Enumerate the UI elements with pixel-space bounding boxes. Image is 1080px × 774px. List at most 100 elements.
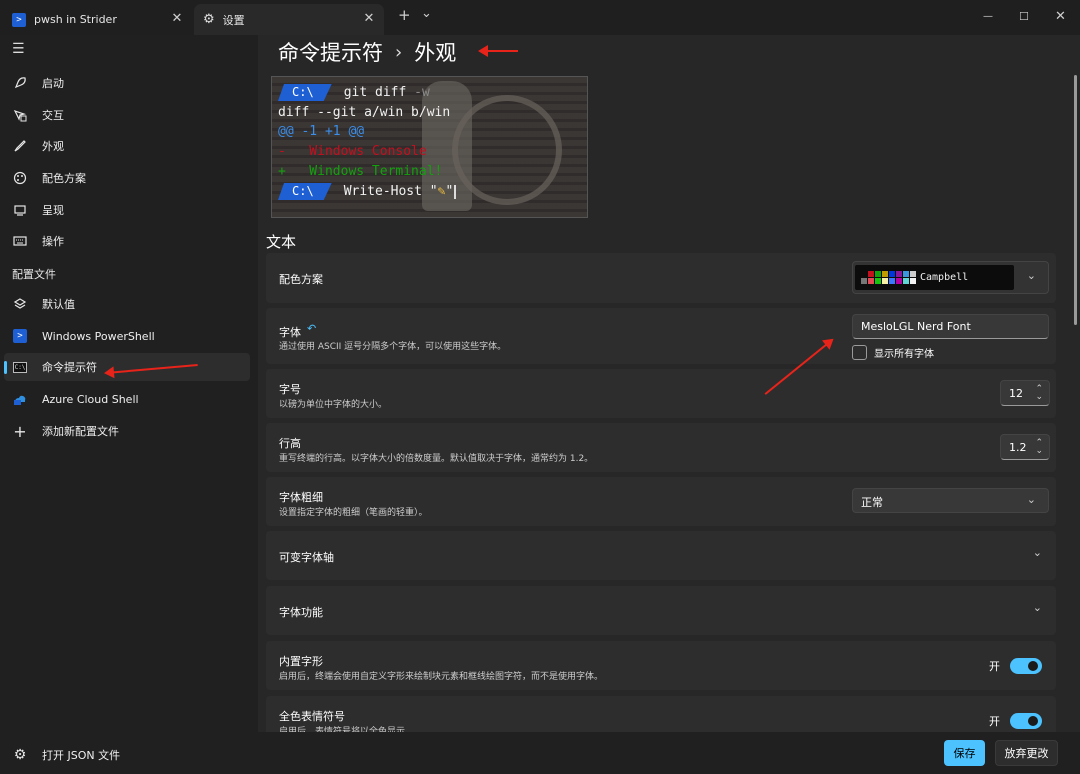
color-swatches xyxy=(861,271,916,284)
reset-icon[interactable]: ↶ xyxy=(307,322,316,335)
row-title: 字体功能 xyxy=(279,606,323,619)
azure-icon xyxy=(12,391,28,407)
preview-line: @@ -1 +1 @@ xyxy=(278,122,364,141)
sidebar-item-add-new-profile[interactable]: + 添加新配置文件 xyxy=(4,417,250,445)
font-size-row: 字号 以磅为单位中字体的大小。 12 ⌃ ⌄ xyxy=(266,369,1056,418)
new-tab-button[interactable]: + xyxy=(398,7,411,23)
sidebar-item-label: 交互 xyxy=(42,109,64,122)
builtin-glyphs-toggle[interactable]: 开 xyxy=(989,658,1042,674)
hamburger-menu-button[interactable]: ☰ xyxy=(12,41,25,57)
preview-line: + Windows Terminal! xyxy=(278,162,442,181)
sidebar-item-interaction[interactable]: 交互 xyxy=(4,101,250,129)
tab-dropdown-button[interactable]: ⌄ xyxy=(421,6,432,22)
up-down-icon[interactable]: ⌃ ⌄ xyxy=(1035,385,1043,402)
tab-label: 设置 xyxy=(222,13,245,27)
rocket-icon xyxy=(12,75,28,91)
layers-icon xyxy=(12,296,28,312)
preview-line: C:\ Write-Host " ✎ " xyxy=(278,182,457,201)
line-height-row: 行高 重写终端的行高。以字体大小的倍数度量。默认值取决于字体，通常约为 1.2。… xyxy=(266,423,1056,472)
sidebar-item-label: 启动 xyxy=(42,77,64,90)
font-weight-dropdown[interactable]: 正常 ⌄ xyxy=(852,488,1049,513)
scheme-name: Campbell xyxy=(920,272,969,283)
row-title: 可变字体轴 xyxy=(279,551,334,564)
color-scheme-row: 配色方案 Campbell ⌄ xyxy=(266,253,1056,303)
sidebar-item-actions[interactable]: 操作 xyxy=(4,227,250,255)
row-description: 以磅为单位中字体的大小。 xyxy=(279,400,388,410)
cmd-icon: C:\ xyxy=(13,361,27,373)
preview-text: + Windows Terminal! xyxy=(278,164,443,179)
annotation-arrow xyxy=(478,45,518,57)
cursor xyxy=(454,184,457,199)
chevron-down-icon: ⌄ xyxy=(1026,493,1036,506)
chevron-down-icon[interactable]: ⌄ xyxy=(1033,601,1042,614)
profiles-section-label: 配置文件 xyxy=(12,268,56,281)
prompt-segment: C:\ xyxy=(278,183,332,200)
chevron-down-icon[interactable]: ⌄ xyxy=(1033,546,1042,559)
font-size-stepper[interactable]: 12 ⌃ ⌄ xyxy=(1000,380,1050,406)
sidebar-item-startup[interactable]: 启动 xyxy=(4,69,250,97)
keyboard-icon xyxy=(12,233,28,249)
row-title: 字体粗细 xyxy=(279,491,323,504)
vertical-scrollbar[interactable] xyxy=(1074,75,1077,325)
sidebar-item-color-schemes[interactable]: 配色方案 xyxy=(4,164,250,192)
breadcrumb-item[interactable]: 命令提示符 xyxy=(278,37,383,67)
preview-text: - Windows Console xyxy=(278,144,427,159)
brush-icon xyxy=(12,138,28,154)
font-features-row[interactable]: 字体功能 ⌄ xyxy=(266,586,1056,635)
font-weight-value: 正常 xyxy=(861,496,883,509)
color-emoji-toggle[interactable]: 开 xyxy=(989,713,1042,729)
line-height-stepper[interactable]: 1.2 ⌃ ⌄ xyxy=(1000,434,1050,460)
color-scheme-dropdown[interactable]: Campbell ⌄ xyxy=(852,261,1049,294)
discard-changes-button[interactable]: 放弃更改 xyxy=(995,740,1058,766)
gear-icon: ⚙ xyxy=(13,747,27,763)
font-face-input[interactable]: MesloLGL Nerd Font xyxy=(852,314,1049,339)
row-description: 重写终端的行高。以字体大小的倍数度量。默认值取决于字体，通常约为 1.2。 xyxy=(279,454,594,464)
background-image-ring xyxy=(452,95,562,205)
sidebar-item-label: 命令提示符 xyxy=(42,361,97,374)
sidebar-item-label: 默认值 xyxy=(42,298,75,311)
tab-pwsh[interactable]: > pwsh in Strider ✕ xyxy=(0,4,192,35)
pencil-icon: ✎ xyxy=(437,184,446,199)
row-description: 设置指定字体的粗细（笔画的轻重）。 xyxy=(279,508,428,518)
toggle-state-label: 开 xyxy=(989,715,1000,728)
preview-line: diff --git a/win b/win xyxy=(278,103,450,122)
preview-text: " xyxy=(445,184,454,199)
show-all-fonts-checkbox[interactable]: 显示所有字体 xyxy=(852,345,934,360)
open-json-button[interactable]: ⚙ 打开 JSON 文件 xyxy=(4,741,250,769)
toggle-switch[interactable] xyxy=(1010,713,1042,729)
close-window-button[interactable]: ✕ xyxy=(1055,9,1066,25)
up-down-icon[interactable]: ⌃ ⌄ xyxy=(1035,439,1043,456)
title-bar: > pwsh in Strider ✕ ⚙ 设置 ✕ + ⌄ — ☐ ✕ xyxy=(0,0,1080,35)
row-title: 字号 xyxy=(279,383,301,396)
sidebar-item-label: 呈现 xyxy=(42,204,64,217)
preview-text: diff --git a/win b/win xyxy=(278,105,451,120)
minimize-button[interactable]: — xyxy=(983,9,993,25)
font-face-value: MesloLGL Nerd Font xyxy=(861,320,971,333)
row-description: 通过使用 ASCII 逗号分隔多个字体，可以使用这些字体。 xyxy=(279,342,507,352)
prompt-segment: C:\ xyxy=(278,84,332,101)
sidebar-item-command-prompt[interactable]: C:\ 命令提示符 xyxy=(4,353,250,381)
tab-settings[interactable]: ⚙ 设置 ✕ xyxy=(194,4,384,35)
section-heading: 文本 xyxy=(266,233,297,251)
builtin-glyphs-row: 内置字形 启用后，终端会使用自定义字形来绘制块元素和框线绘图字符，而不是使用字体… xyxy=(266,641,1056,690)
sidebar-item-defaults[interactable]: 默认值 xyxy=(4,290,250,318)
toggle-switch[interactable] xyxy=(1010,658,1042,674)
sidebar-item-label: Azure Cloud Shell xyxy=(42,392,139,406)
sidebar-item-rendering[interactable]: 呈现 xyxy=(4,196,250,224)
maximize-button[interactable]: ☐ xyxy=(1019,9,1029,25)
sidebar-item-appearance[interactable]: 外观 xyxy=(4,132,250,160)
scheme-swatch-preview: Campbell xyxy=(855,265,1014,290)
variable-font-axes-row[interactable]: 可变字体轴 ⌄ xyxy=(266,531,1056,580)
settings-main-panel: 命令提示符 › 外观 C:\ git diff -w diff --git a/… xyxy=(258,35,1080,732)
sidebar-item-label: 操作 xyxy=(42,235,64,248)
checkbox-box[interactable] xyxy=(852,345,867,360)
chevron-down-icon: ⌄ xyxy=(1026,269,1036,282)
row-title: 字体 xyxy=(279,326,301,339)
row-description: 启用后，终端会使用自定义字形来绘制块元素和框线绘图字符，而不是使用字体。 xyxy=(279,672,604,682)
sidebar-item-windows-powershell[interactable]: > Windows PowerShell xyxy=(4,322,250,350)
sidebar-item-azure-cloud-shell[interactable]: Azure Cloud Shell xyxy=(4,385,250,413)
save-button[interactable]: 保存 xyxy=(944,740,985,766)
palette-icon xyxy=(12,170,28,186)
close-tab-icon[interactable]: ✕ xyxy=(170,12,184,26)
close-tab-icon[interactable]: ✕ xyxy=(362,12,376,26)
